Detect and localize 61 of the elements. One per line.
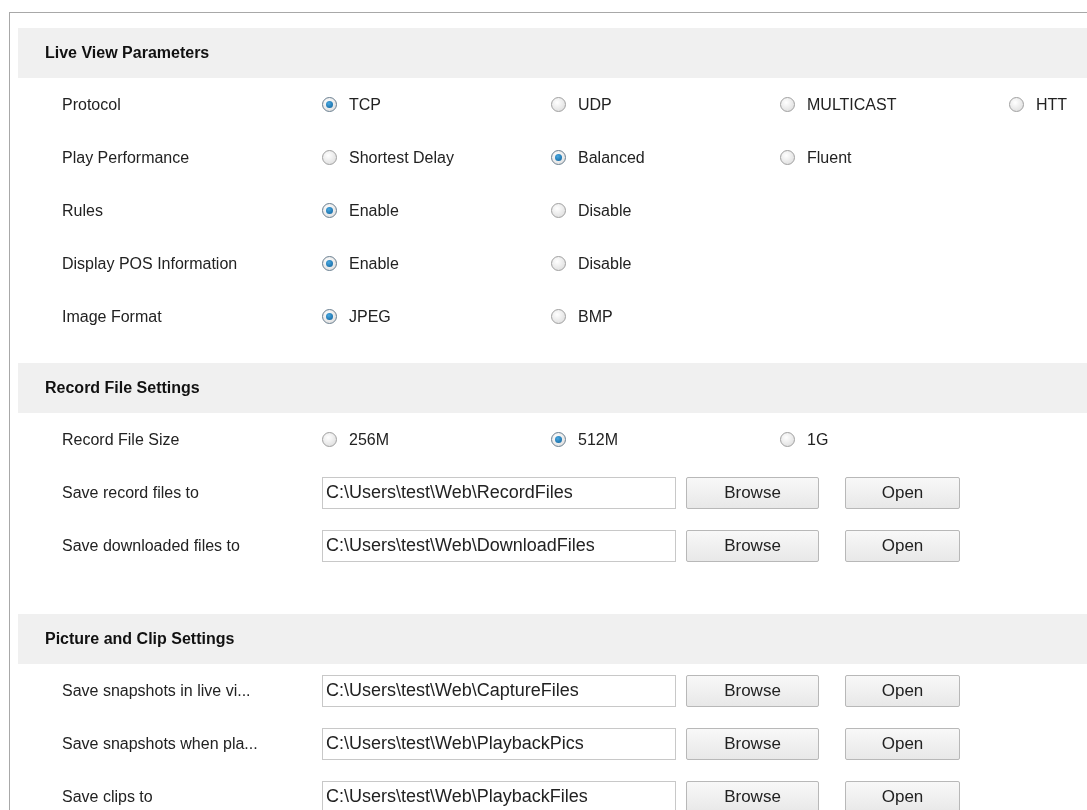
path-field[interactable]: C:\Users\test\Web\PlaybackPics <box>322 727 676 760</box>
radio-button[interactable] <box>551 256 566 271</box>
section-header: Record File Settings <box>18 363 1087 413</box>
radio-button[interactable] <box>322 203 337 218</box>
radio-option[interactable]: HTT <box>1009 95 1087 114</box>
radio-option[interactable]: Disable <box>551 201 780 220</box>
path-field[interactable]: C:\Users\test\Web\DownloadFiles <box>322 529 676 562</box>
radio-option[interactable]: 512M <box>551 430 780 449</box>
field-label: Record File Size <box>62 430 181 449</box>
field-label: Image Format <box>62 307 163 326</box>
open-button[interactable]: Open <box>845 780 960 810</box>
open-button[interactable]: Open <box>845 727 960 760</box>
radio-option[interactable]: 256M <box>322 430 551 449</box>
field-label: Save clips to <box>62 787 154 806</box>
field-label: Rules <box>62 201 104 220</box>
section-header: Picture and Clip Settings <box>18 614 1087 664</box>
field-label: Protocol <box>62 95 122 114</box>
radio-button[interactable] <box>322 97 337 112</box>
radio-option[interactable]: TCP <box>322 95 551 114</box>
radio-button[interactable] <box>551 150 566 165</box>
radio-option[interactable]: Enable <box>322 201 551 220</box>
section-header: Live View Parameters <box>18 28 1087 78</box>
radio-option[interactable]: Disable <box>551 254 780 273</box>
radio-button[interactable] <box>322 432 337 447</box>
field-label: Play Performance <box>62 148 191 167</box>
browse-button[interactable]: Browse <box>686 476 819 509</box>
field-label: Save record files to <box>62 483 200 502</box>
radio-option[interactable]: 1G <box>780 430 1009 449</box>
radio-button[interactable] <box>322 309 337 324</box>
radio-option[interactable]: MULTICAST <box>780 95 1009 114</box>
radio-button[interactable] <box>1009 97 1024 112</box>
field-label: Save snapshots when pla... <box>62 734 259 753</box>
radio-button[interactable] <box>551 432 566 447</box>
radio-option[interactable]: Shortest Delay <box>322 148 551 167</box>
radio-button[interactable] <box>551 309 566 324</box>
browse-button[interactable]: Browse <box>686 780 819 810</box>
radio-button[interactable] <box>551 203 566 218</box>
radio-button[interactable] <box>551 97 566 112</box>
radio-button[interactable] <box>322 150 337 165</box>
radio-button[interactable] <box>322 256 337 271</box>
path-field[interactable]: C:\Users\test\Web\RecordFiles <box>322 476 676 509</box>
radio-option[interactable]: Fluent <box>780 148 1009 167</box>
open-button[interactable]: Open <box>845 674 960 707</box>
path-field[interactable]: C:\Users\test\Web\CaptureFiles <box>322 674 676 707</box>
browse-button[interactable]: Browse <box>686 529 819 562</box>
field-label: Display POS Information <box>62 254 239 273</box>
radio-option[interactable]: Enable <box>322 254 551 273</box>
radio-button[interactable] <box>780 432 795 447</box>
radio-option[interactable]: JPEG <box>322 307 551 326</box>
field-label: Save downloaded files to <box>62 536 241 555</box>
browse-button[interactable]: Browse <box>686 674 819 707</box>
field-label: Save snapshots in live vi... <box>62 681 252 700</box>
open-button[interactable]: Open <box>845 476 960 509</box>
radio-option[interactable]: UDP <box>551 95 780 114</box>
radio-option[interactable]: Balanced <box>551 148 780 167</box>
radio-button[interactable] <box>780 150 795 165</box>
path-field[interactable]: C:\Users\test\Web\PlaybackFiles <box>322 780 676 810</box>
radio-option[interactable]: BMP <box>551 307 780 326</box>
open-button[interactable]: Open <box>845 529 960 562</box>
browse-button[interactable]: Browse <box>686 727 819 760</box>
radio-button[interactable] <box>780 97 795 112</box>
